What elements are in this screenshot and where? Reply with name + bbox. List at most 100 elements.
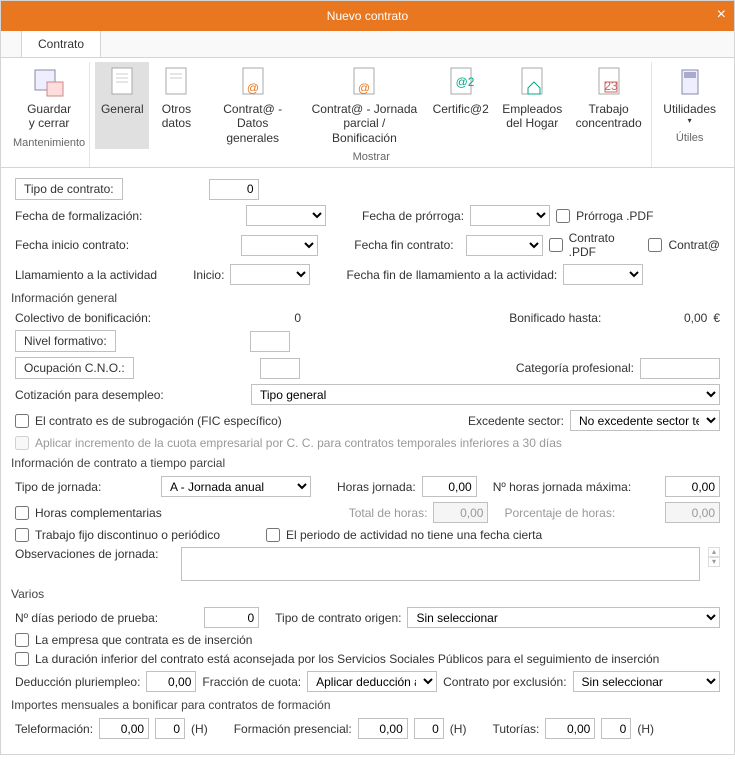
general-button[interactable]: General xyxy=(95,62,149,149)
categoria-input[interactable] xyxy=(640,358,720,379)
teleformacion-horas[interactable] xyxy=(155,718,185,739)
utilidades-button[interactable]: Utilidades▾ xyxy=(657,62,722,130)
group-label: Útiles xyxy=(676,130,704,146)
cotizacion-select[interactable]: Tipo general xyxy=(251,384,720,405)
categoria-label: Categoría profesional: xyxy=(516,361,634,375)
svg-text:@: @ xyxy=(358,81,370,95)
deduccion-input[interactable] xyxy=(146,671,196,692)
euro-label: € xyxy=(713,311,720,325)
porcentaje-input xyxy=(665,502,720,523)
horas-jornada-input[interactable] xyxy=(422,476,477,497)
fecha-formalizacion-input[interactable] xyxy=(246,205,326,226)
close-icon[interactable]: × xyxy=(717,6,726,24)
nivel-formativo-label[interactable]: Nivel formativo: xyxy=(15,330,116,352)
document-icon xyxy=(106,66,138,98)
save-icon xyxy=(33,66,65,98)
observaciones-input[interactable] xyxy=(181,547,700,581)
dias-prueba-label: Nº días periodo de prueba: xyxy=(15,611,158,625)
tutorias-label: Tutorías: xyxy=(492,722,539,736)
calculator-icon xyxy=(674,66,706,98)
save-close-button[interactable]: Guardar y cerrar xyxy=(21,62,77,135)
contrata-checkbox[interactable]: Contrat@ xyxy=(648,238,720,252)
observaciones-label: Observaciones de jornada: xyxy=(15,547,175,561)
fraccion-select[interactable]: Aplicar deducción a xyxy=(307,671,437,692)
exclusion-select[interactable]: Sin seleccionar xyxy=(573,671,720,692)
horas-maxima-input[interactable] xyxy=(665,476,720,497)
total-horas-input xyxy=(433,502,488,523)
tipo-jornada-label: Tipo de jornada: xyxy=(15,480,155,494)
bonificado-label: Bonificado hasta: xyxy=(509,311,601,325)
trabajo-concentrado-button[interactable]: 23Trabajo concentrado xyxy=(570,62,647,149)
horas-maxima-label: Nº horas jornada máxima: xyxy=(493,480,631,494)
fecha-inicio-label: Fecha inicio contrato: xyxy=(15,238,160,252)
colectivo-label: Colectivo de bonificación: xyxy=(15,311,165,325)
fecha-prorroga-input[interactable] xyxy=(470,205,550,226)
total-horas-label: Total de horas: xyxy=(349,506,428,520)
spin-down-icon[interactable]: ▾ xyxy=(708,557,720,567)
complementarias-checkbox[interactable]: Horas complementarias xyxy=(15,506,162,520)
certificate-icon: @2 xyxy=(445,66,477,98)
insercion-checkbox[interactable]: La empresa que contrata es de inserción xyxy=(15,633,252,647)
excedente-select[interactable]: No excedente sector tex xyxy=(570,410,720,431)
periodo-actividad-checkbox[interactable]: El periodo de actividad no tiene una fec… xyxy=(266,528,542,542)
svg-text:@2: @2 xyxy=(455,75,474,89)
document-at-icon: @ xyxy=(348,66,380,98)
inicio-input[interactable] xyxy=(230,264,310,285)
horas-jornada-label: Horas jornada: xyxy=(337,480,416,494)
llamamiento-label: Llamamiento a la actividad xyxy=(15,268,157,282)
home-icon xyxy=(516,66,548,98)
section-tiempo-parcial: Información de contrato a tiempo parcial xyxy=(11,456,720,470)
document-at-icon: @ xyxy=(237,66,269,98)
section-info-general: Información general xyxy=(11,291,720,305)
contrata-datos-button[interactable]: @Contrat@ - Datos generales xyxy=(203,62,302,149)
ocupacion-input[interactable] xyxy=(260,358,300,379)
fraccion-label: Fracción de cuota: xyxy=(202,675,301,689)
incremento-checkbox: Aplicar incremento de la cuota empresari… xyxy=(15,436,562,450)
tutorias-importe[interactable] xyxy=(545,718,595,739)
section-importes: Importes mensuales a bonificar para cont… xyxy=(11,698,720,712)
tab-contrato[interactable]: Contrato xyxy=(21,30,101,57)
empleados-hogar-button[interactable]: Empleados del Hogar xyxy=(496,62,567,149)
prorroga-pdf-checkbox[interactable]: Prórroga .PDF xyxy=(556,209,653,223)
dias-prueba-input[interactable] xyxy=(204,607,259,628)
inicio-label: Inicio: xyxy=(193,268,224,282)
teleformacion-label: Teleformación: xyxy=(15,722,93,736)
tutorias-horas[interactable] xyxy=(601,718,631,739)
ribbon: Guardar y cerrar Mantenimiento General O… xyxy=(1,58,734,168)
svg-text:@: @ xyxy=(247,81,259,95)
otros-datos-button[interactable]: Otros datos xyxy=(151,62,201,149)
calendar-icon: 23 xyxy=(593,66,625,98)
presencial-label: Formación presencial: xyxy=(234,722,352,736)
bonificado-value: 0,00 xyxy=(607,311,707,325)
exclusion-label: Contrato por exclusión: xyxy=(443,675,566,689)
fecha-formalizacion-label: Fecha de formalización: xyxy=(15,209,165,223)
fijo-discontinuo-checkbox[interactable]: Trabajo fijo discontinuo o periódico xyxy=(15,528,220,542)
presencial-horas[interactable] xyxy=(414,718,444,739)
spin-up-icon[interactable]: ▴ xyxy=(708,547,720,557)
fecha-fin-label: Fecha fin contrato: xyxy=(354,238,453,252)
excedente-label: Excedente sector: xyxy=(468,414,564,428)
certifica2-button[interactable]: @2Certific@2 xyxy=(427,62,495,149)
presencial-importe[interactable] xyxy=(358,718,408,739)
fecha-fin-llamamiento-label: Fecha fin de llamamiento a la actividad: xyxy=(346,268,557,282)
porcentaje-label: Porcentaje de horas: xyxy=(504,506,615,520)
teleformacion-importe[interactable] xyxy=(99,718,149,739)
ocupacion-label[interactable]: Ocupación C.N.O.: xyxy=(15,357,134,379)
fecha-inicio-input[interactable] xyxy=(241,235,319,256)
tipo-contrato-input[interactable] xyxy=(209,179,259,200)
contrata-jornada-button[interactable]: @Contrat@ - Jornada parcial / Bonificaci… xyxy=(304,62,425,149)
deduccion-label: Deducción pluriempleo: xyxy=(15,675,140,689)
colectivo-value: 0 xyxy=(201,311,301,325)
fecha-fin-llamamiento-input[interactable] xyxy=(563,264,643,285)
contrato-pdf-checkbox[interactable]: Contrato .PDF xyxy=(549,231,642,259)
fecha-fin-input[interactable] xyxy=(466,235,544,256)
group-label: Mantenimiento xyxy=(13,135,85,151)
titlebar: Nuevo contrato × xyxy=(1,1,734,31)
group-label: Mostrar xyxy=(353,149,390,165)
subrogacion-checkbox[interactable]: El contrato es de subrogación (FIC espec… xyxy=(15,414,282,428)
duracion-inferior-checkbox[interactable]: La duración inferior del contrato está a… xyxy=(15,652,659,666)
tipo-jornada-select[interactable]: A - Jornada anual xyxy=(161,476,311,497)
tipo-contrato-label[interactable]: Tipo de contrato: xyxy=(15,178,123,200)
nivel-formativo-input[interactable] xyxy=(250,331,290,352)
tipo-origen-select[interactable]: Sin seleccionar xyxy=(407,607,720,628)
